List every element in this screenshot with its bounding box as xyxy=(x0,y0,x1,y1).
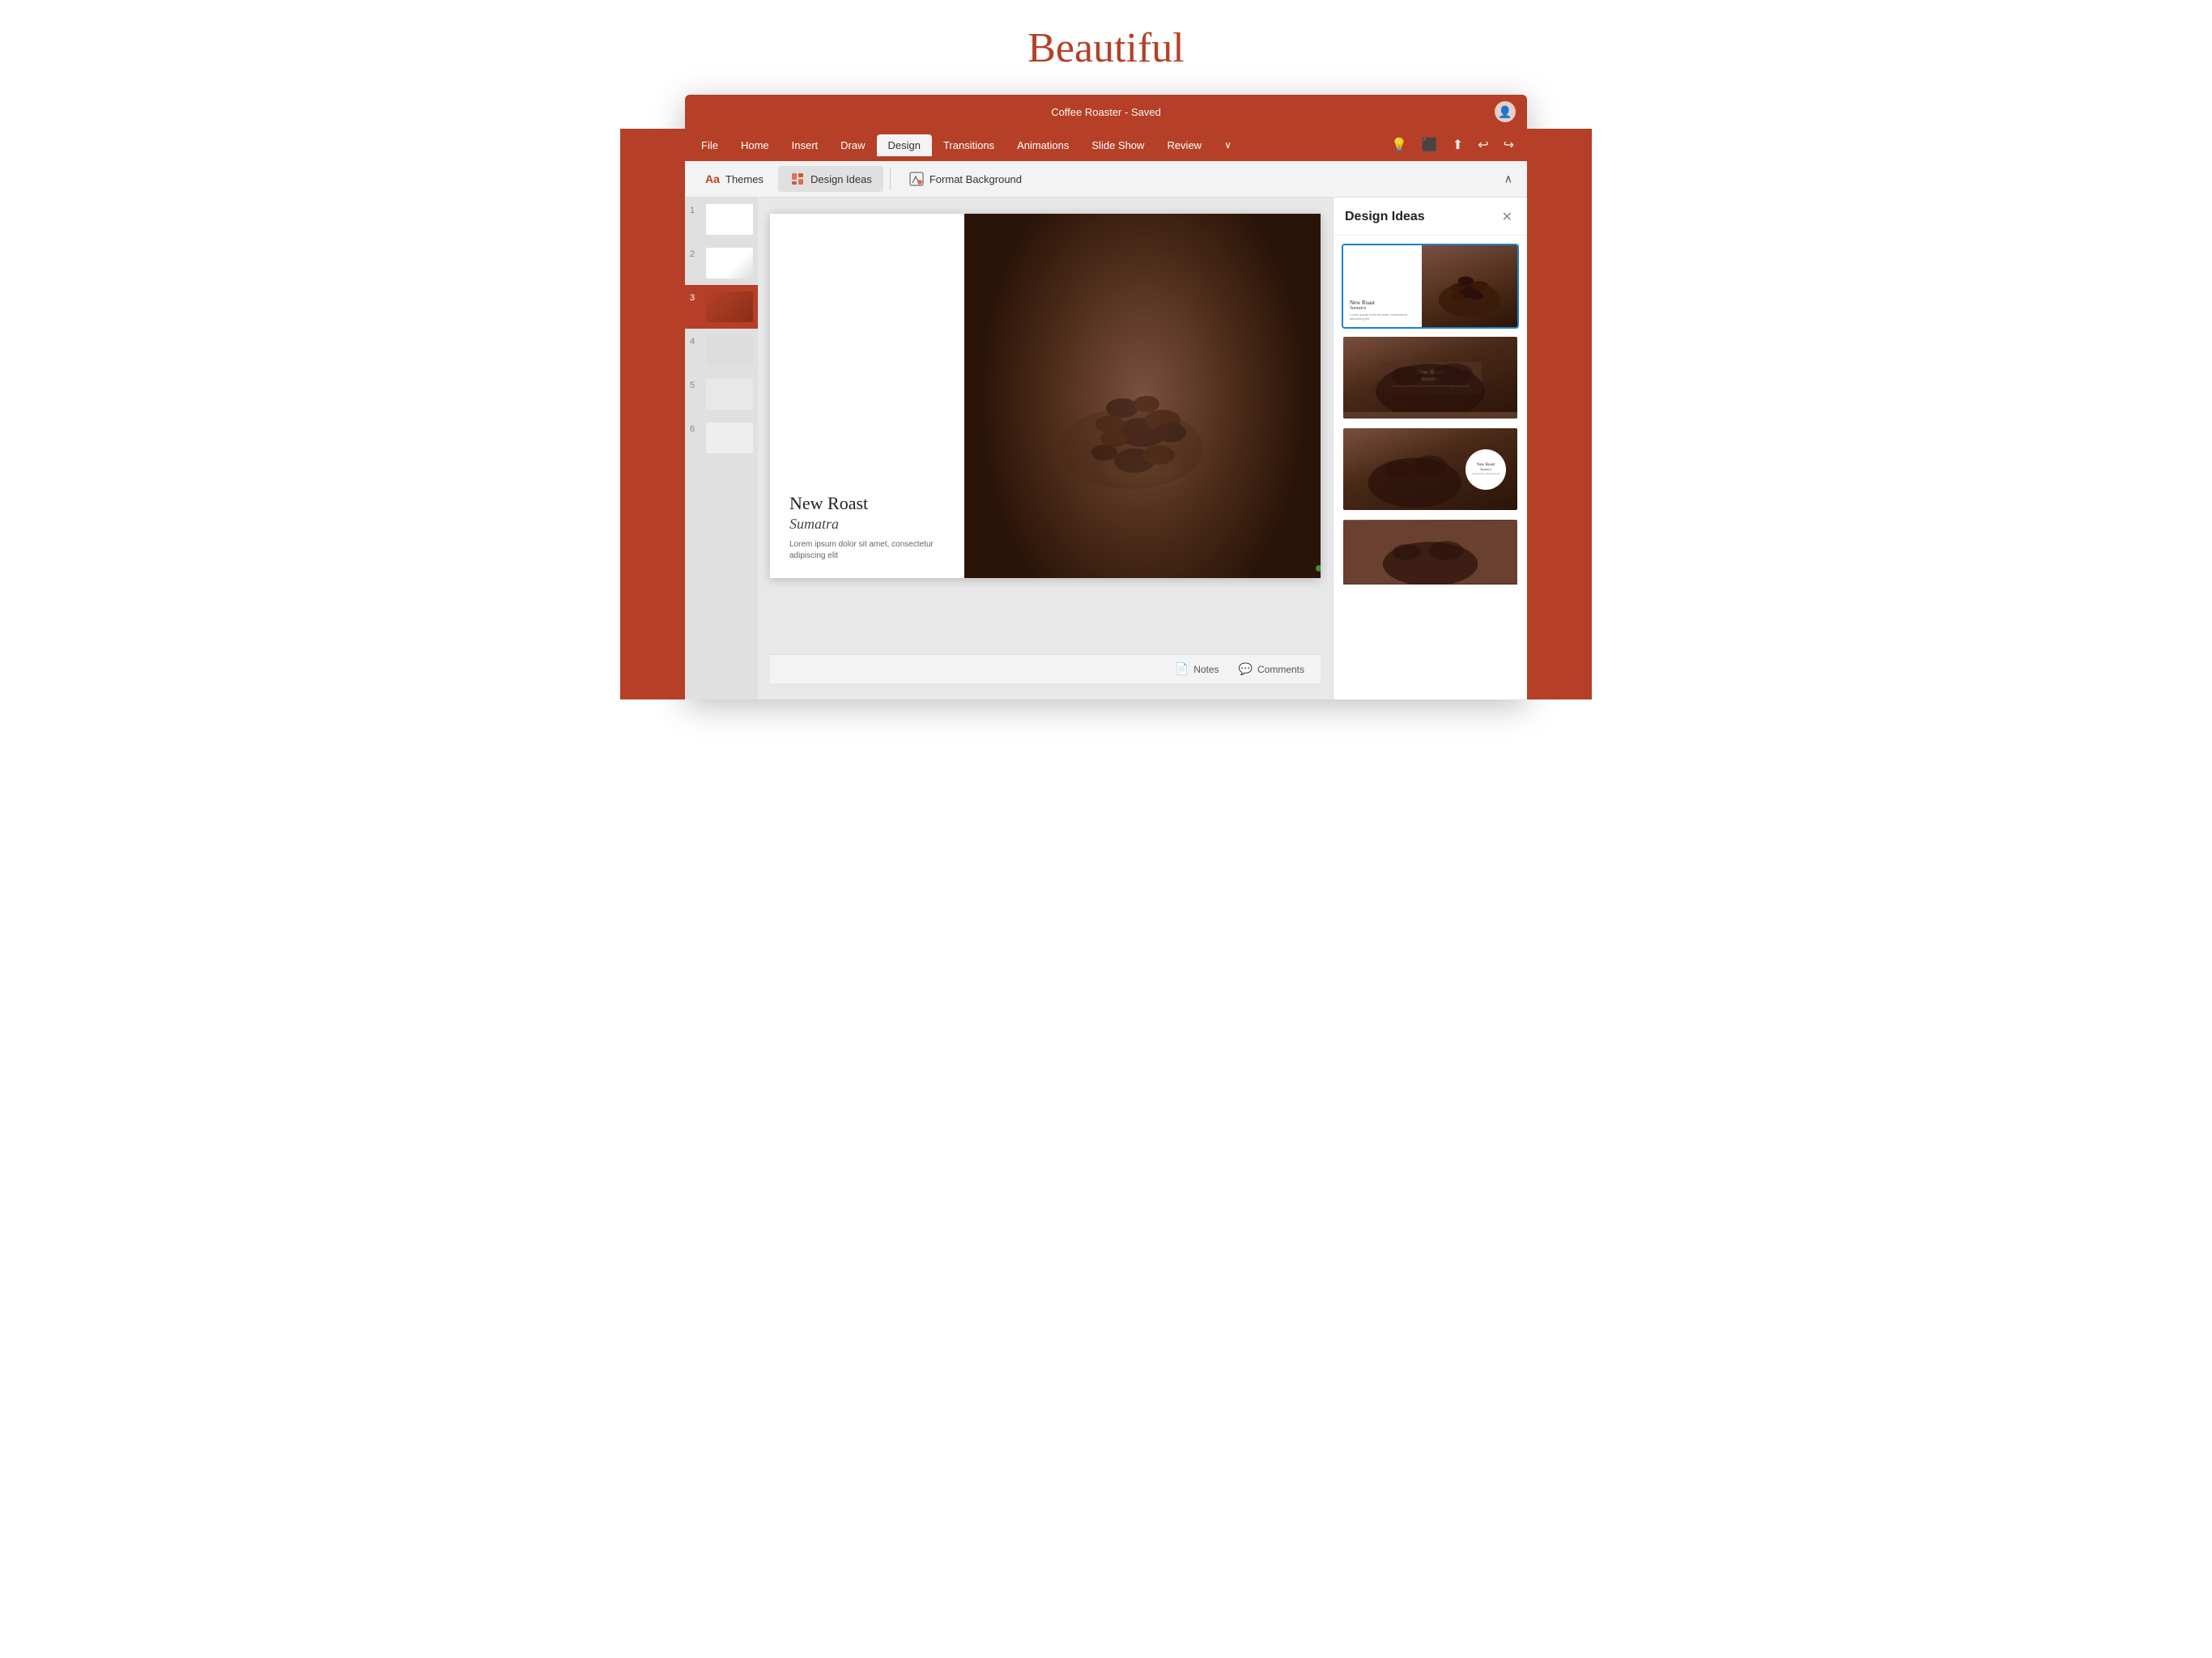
design-idea-card-1[interactable]: New Roast Sumatra Lorem ipsum dolor sit … xyxy=(1342,244,1519,329)
design-ideas-icon xyxy=(789,171,806,187)
document-title: Coffee Roaster - Saved xyxy=(1051,106,1161,118)
title-bar: Coffee Roaster - Saved 👤 xyxy=(685,95,1527,129)
format-bg-icon xyxy=(908,171,925,187)
menu-home[interactable]: Home xyxy=(730,134,781,156)
ribbon: Aa Themes Design Ideas xyxy=(685,161,1527,198)
menu-file[interactable]: File xyxy=(690,134,730,156)
card-3-bg xyxy=(1343,428,1517,510)
lightbulb-icon[interactable]: 💡 xyxy=(1388,134,1410,156)
menu-more[interactable]: ∨ xyxy=(1213,134,1243,155)
slide-mini-6 xyxy=(706,423,753,453)
avatar-icon: 👤 xyxy=(1498,105,1512,119)
slide-number-2: 2 xyxy=(690,248,703,259)
share-icon[interactable]: ⬆ xyxy=(1449,134,1466,156)
slide-thumb-4[interactable]: 4 xyxy=(685,329,758,372)
design-panel-title: Design Ideas xyxy=(1345,210,1425,224)
undo-icon[interactable]: ↩ xyxy=(1474,134,1491,156)
design-idea-card-3[interactable]: New Roast Sumatra consectetur adipiscing… xyxy=(1342,427,1519,512)
design-idea-card-2[interactable]: New Roast Sumatra Lorem ipsum dolor sit … xyxy=(1342,335,1519,420)
slide-number-6: 6 xyxy=(690,423,703,434)
menu-bar: File Home Insert Draw Design Transitions… xyxy=(685,129,1527,161)
status-bar: 📄 Notes 💬 Comments xyxy=(770,654,1321,683)
card-1-title: New Roast xyxy=(1350,300,1415,306)
slide-number-5: 5 xyxy=(690,379,703,390)
slide-canvas[interactable]: New Roast Sumatra Lorem ipsum dolor sit … xyxy=(770,214,1321,578)
comments-icon: 💬 xyxy=(1239,662,1253,676)
selection-handle[interactable] xyxy=(1316,565,1321,572)
slide-mini-5 xyxy=(706,379,753,410)
slide-body: Lorem ipsum dolor sit amet, consectetur … xyxy=(789,539,948,562)
menu-animations[interactable]: Animations xyxy=(1006,134,1080,156)
slide-thumb-3[interactable]: 3 xyxy=(685,285,758,329)
menu-insert[interactable]: Insert xyxy=(781,134,830,156)
design-ideas-button[interactable]: Design Ideas xyxy=(778,166,883,192)
design-ideas-list: New Roast Sumatra Lorem ipsum dolor sit … xyxy=(1334,236,1527,699)
slide-thumb-2[interactable]: 2 xyxy=(685,241,758,285)
toolbar-icons: 💡 ⬛ ⬆ ↩ ↪ xyxy=(1388,134,1522,156)
card-1-text: New Roast Sumatra Lorem ipsum dolor sit … xyxy=(1343,245,1422,327)
format-background-button[interactable]: Format Background xyxy=(897,166,1033,192)
redo-icon[interactable]: ↪ xyxy=(1500,134,1517,156)
slide-number-3: 3 xyxy=(690,291,703,303)
notes-button[interactable]: 📄 Notes xyxy=(1175,662,1219,676)
slide-mini-3 xyxy=(706,291,753,322)
presentation-mode-icon[interactable]: ⬛ xyxy=(1419,134,1441,156)
slide-text-area: New Roast Sumatra Lorem ipsum dolor sit … xyxy=(770,214,964,578)
design-panel-close-button[interactable]: ✕ xyxy=(1499,207,1516,227)
card-1-coffee-art xyxy=(1422,245,1517,327)
themes-label: Themes xyxy=(725,173,764,185)
card-1-body: Lorem ipsum dolor sit amet, consectetur … xyxy=(1350,312,1415,321)
slide-mini-1 xyxy=(706,204,753,235)
menu-review[interactable]: Review xyxy=(1155,134,1213,156)
slide-mini-4 xyxy=(706,335,753,366)
slide-number-4: 4 xyxy=(690,335,703,346)
page-headline: Beautiful xyxy=(1027,24,1185,72)
comments-button[interactable]: 💬 Comments xyxy=(1239,662,1304,676)
menu-slideshow[interactable]: Slide Show xyxy=(1080,134,1155,156)
notes-label: Notes xyxy=(1193,664,1219,675)
card-4-bg xyxy=(1343,520,1517,585)
slide-thumb-5[interactable]: 5 xyxy=(685,372,758,416)
card-2-bg xyxy=(1343,337,1517,419)
themes-icon: Aa xyxy=(704,171,721,187)
app-window: Coffee Roaster - Saved 👤 File Home Inser… xyxy=(685,95,1527,699)
card-4-art xyxy=(1343,520,1517,585)
coffee-image xyxy=(964,214,1321,578)
ribbon-collapse-button[interactable]: ∧ xyxy=(1498,169,1519,189)
card-2-footer xyxy=(1343,412,1517,419)
notes-icon: 📄 xyxy=(1175,662,1189,676)
design-ideas-label: Design Ideas xyxy=(810,173,872,185)
format-background-label: Format Background xyxy=(929,173,1022,185)
comments-label: Comments xyxy=(1257,664,1304,675)
design-panel-header: Design Ideas ✕ xyxy=(1334,198,1527,236)
slide-mini-2 xyxy=(706,248,753,278)
slide-canvas-area: New Roast Sumatra Lorem ipsum dolor sit … xyxy=(758,198,1333,699)
design-idea-card-4[interactable] xyxy=(1342,518,1519,603)
themes-button[interactable]: Aa Themes xyxy=(693,166,775,192)
slide-image xyxy=(964,214,1321,578)
slide-thumb-6[interactable]: 6 xyxy=(685,416,758,460)
coffee-beans-overlay xyxy=(964,214,1321,578)
menu-transitions[interactable]: Transitions xyxy=(932,134,1006,156)
slide-thumb-1[interactable]: 1 xyxy=(685,198,758,241)
menu-draw[interactable]: Draw xyxy=(829,134,876,156)
slide-subtitle: Sumatra xyxy=(789,516,948,533)
avatar[interactable]: 👤 xyxy=(1495,101,1516,122)
main-area: 1 2 3 4 5 xyxy=(685,198,1527,699)
menu-design[interactable]: Design xyxy=(877,134,932,156)
slide-title: New Roast xyxy=(789,493,948,514)
ribbon-sep xyxy=(890,168,891,190)
design-ideas-panel: Design Ideas ✕ New Roast Sumatra Lorem i… xyxy=(1333,198,1527,699)
slide-panel: 1 2 3 4 5 xyxy=(685,198,758,699)
card-1-subtitle: Sumatra xyxy=(1350,306,1415,311)
slide-number-1: 1 xyxy=(690,204,703,215)
card-1-image xyxy=(1422,245,1517,327)
